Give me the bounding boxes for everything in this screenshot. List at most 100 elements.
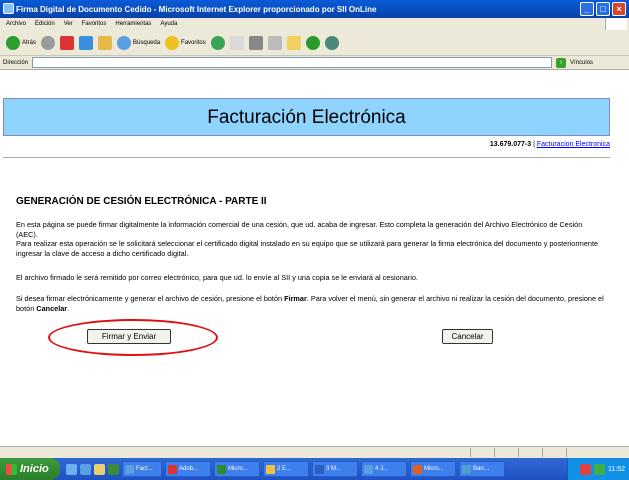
antivirus-icon[interactable] bbox=[580, 463, 591, 475]
ie-icon bbox=[3, 3, 14, 14]
minimize-button[interactable]: _ bbox=[580, 2, 594, 16]
excel-quick-icon[interactable] bbox=[108, 463, 119, 475]
task-explorer-group[interactable]: 2 E... bbox=[263, 461, 309, 477]
sign-and-send-button[interactable]: Firmar y Enviar bbox=[87, 329, 171, 344]
word-icon bbox=[315, 464, 324, 474]
adobe-icon bbox=[168, 464, 177, 474]
windows-flag-icon bbox=[6, 463, 17, 475]
forward-icon[interactable] bbox=[41, 35, 56, 50]
cancel-button[interactable]: Cancelar bbox=[442, 329, 493, 344]
print-icon[interactable] bbox=[248, 35, 263, 50]
task-label: 4 J... bbox=[375, 466, 389, 472]
task-label: Adob... bbox=[179, 466, 199, 472]
status-cell bbox=[542, 448, 543, 457]
edit-icon[interactable] bbox=[267, 35, 282, 50]
user-rut: 13.679.077-3 bbox=[489, 141, 532, 148]
task-powerpoint[interactable]: Micro... bbox=[410, 461, 456, 477]
task-label: 3 M... bbox=[326, 466, 342, 472]
page-content: Facturación Electrónica 13.679.077-3 | F… bbox=[0, 71, 629, 458]
ie-quick-icon[interactable] bbox=[80, 463, 91, 475]
ie-task-icon bbox=[125, 464, 134, 474]
explorer-quick-icon[interactable] bbox=[94, 463, 105, 475]
back-button[interactable]: Atrás bbox=[6, 35, 37, 50]
window-title: Firma Digital de Documento Cedido - Micr… bbox=[16, 4, 377, 14]
messenger-icon[interactable] bbox=[324, 35, 339, 50]
status-bar bbox=[0, 446, 629, 458]
links-label[interactable]: Vínculos bbox=[570, 60, 593, 66]
clover-icon[interactable] bbox=[305, 35, 320, 50]
page-header-band: Facturación Electrónica bbox=[3, 98, 610, 136]
menu-archivo[interactable]: Archivo bbox=[6, 21, 26, 27]
close-button[interactable]: × bbox=[612, 2, 626, 16]
menu-ayuda[interactable]: Ayuda bbox=[160, 21, 177, 27]
instructions-cancelar: Cancelar bbox=[36, 304, 68, 313]
messenger-tray-icon[interactable] bbox=[594, 463, 605, 475]
status-cell bbox=[518, 448, 519, 457]
task-ie-group[interactable]: 4 J... bbox=[361, 461, 407, 477]
address-bar: Dirección › Vínculos bbox=[0, 56, 629, 70]
address-label: Dirección bbox=[3, 59, 29, 66]
instructions-text-3: . bbox=[67, 304, 70, 313]
search-button[interactable]: Búsqueda bbox=[117, 35, 161, 50]
instructions-firmar: Firmar bbox=[284, 294, 307, 303]
mail-icon[interactable] bbox=[229, 35, 244, 50]
start-label: Inicio bbox=[20, 463, 49, 475]
instructions-text-1: Si desea firmar electrónicamente y gener… bbox=[16, 294, 285, 303]
task-factura[interactable]: Fact... bbox=[122, 461, 162, 477]
task-label: Micro... bbox=[424, 466, 444, 472]
intro-paragraph: En esta página se puede firmar digitalme… bbox=[16, 220, 583, 239]
email-paragraph: El archivo firmado le será remitido por … bbox=[16, 273, 418, 282]
refresh-icon[interactable] bbox=[79, 35, 94, 50]
certificate-paragraph: Para realizar esta operación se le solic… bbox=[16, 239, 599, 258]
window-controls: _ □ × bbox=[580, 2, 626, 16]
folder-task-icon bbox=[266, 464, 275, 474]
search-icon bbox=[117, 35, 132, 50]
excel-icon bbox=[217, 464, 226, 474]
windows-logo-icon bbox=[605, 18, 627, 30]
browser-toolbar: Atrás Búsqueda Favoritos bbox=[0, 30, 629, 56]
status-cell bbox=[566, 448, 567, 457]
page-header-title: Facturación Electrónica bbox=[207, 107, 406, 128]
back-arrow-icon bbox=[6, 35, 20, 50]
window-titlebar[interactable]: Firma Digital de Documento Cedido - Micr… bbox=[0, 0, 629, 18]
start-button[interactable]: Inicio bbox=[0, 458, 60, 480]
task-barra[interactable]: Barr... bbox=[459, 461, 505, 477]
quick-launch bbox=[66, 463, 119, 475]
task-label: Fact... bbox=[136, 466, 153, 472]
instructions-paragraph: Si desea firmar electrónicamente y gener… bbox=[16, 294, 606, 314]
facturacion-link[interactable]: Facturacion Electronica bbox=[537, 141, 610, 148]
menu-herramientas[interactable]: Herramientas bbox=[115, 21, 151, 27]
status-cell bbox=[470, 448, 471, 457]
favorites-label: Favoritos bbox=[181, 39, 206, 46]
star-icon bbox=[165, 35, 180, 50]
maximize-button[interactable]: □ bbox=[596, 2, 610, 16]
header-divider bbox=[3, 157, 610, 158]
app-icon bbox=[462, 464, 471, 474]
history-icon[interactable] bbox=[210, 35, 225, 50]
task-label: Barr... bbox=[473, 466, 490, 472]
home-icon[interactable] bbox=[98, 35, 113, 50]
favorites-button[interactable]: Favoritos bbox=[165, 35, 206, 50]
folder-icon[interactable] bbox=[286, 35, 301, 50]
system-tray: 11:52 bbox=[567, 458, 629, 480]
powerpoint-icon bbox=[413, 464, 422, 474]
task-label: 2 E... bbox=[277, 466, 292, 472]
clock[interactable]: 11:52 bbox=[608, 466, 625, 473]
taskbar: Inicio Fact... Adob... Micro... 2 E... 3… bbox=[0, 458, 629, 480]
section-title: GENERACIÓN DE CESIÓN ELECTRÓNICA - PARTE… bbox=[16, 196, 267, 207]
go-icon[interactable]: › bbox=[556, 57, 567, 68]
menu-edicion[interactable]: Edición bbox=[35, 21, 55, 27]
stop-icon[interactable] bbox=[60, 35, 75, 50]
ie-task-icon bbox=[364, 464, 373, 474]
menu-bar: Archivo Edición Ver Favoritos Herramient… bbox=[0, 18, 629, 30]
desktop-icon[interactable] bbox=[66, 463, 77, 475]
task-adobe[interactable]: Adob... bbox=[165, 461, 211, 477]
search-label: Búsqueda bbox=[133, 39, 161, 46]
task-word-group[interactable]: 3 M... bbox=[312, 461, 358, 477]
task-excel[interactable]: Micro... bbox=[214, 461, 260, 477]
menu-ver[interactable]: Ver bbox=[64, 21, 73, 27]
address-input[interactable] bbox=[32, 57, 553, 68]
user-rut-line: 13.679.077-3 | Facturacion Electronica bbox=[490, 141, 610, 148]
menu-favoritos[interactable]: Favoritos bbox=[82, 21, 107, 27]
back-label: Atrás bbox=[22, 39, 37, 46]
